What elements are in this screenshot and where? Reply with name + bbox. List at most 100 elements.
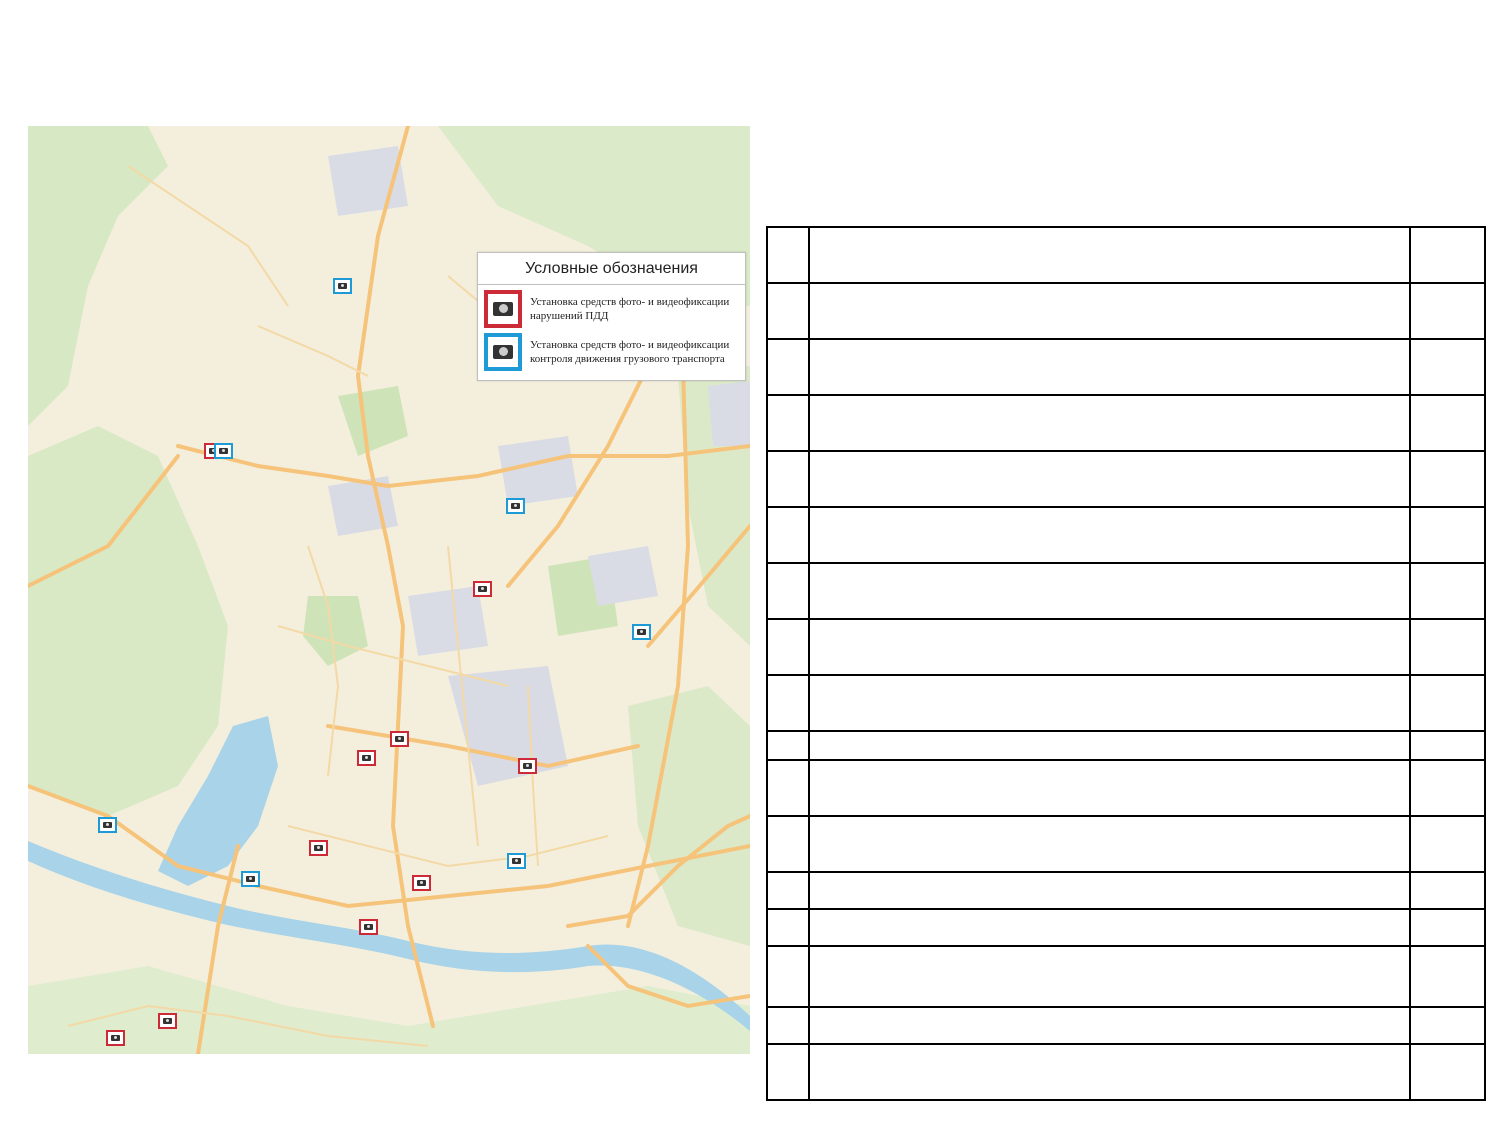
map-legend: Условные обозначения Установка средств ф… (477, 252, 746, 381)
camera-marker-cargo[interactable] (98, 817, 117, 833)
table-cell (808, 815, 1411, 873)
table-cell (1409, 908, 1486, 947)
camera-icon (478, 586, 487, 592)
table-row (766, 1006, 1486, 1045)
camera-icon (512, 858, 521, 864)
camera-icon (246, 876, 255, 882)
table-row (766, 618, 1486, 676)
table-cell (766, 226, 810, 284)
camera-marker-violations[interactable] (412, 875, 431, 891)
table-cell (808, 562, 1411, 620)
table-cell (766, 618, 810, 676)
table-row (766, 871, 1486, 910)
table-row (766, 226, 1486, 284)
camera-icon (364, 924, 373, 930)
camera-marker-violations[interactable] (390, 731, 409, 747)
table-cell (808, 226, 1411, 284)
camera-icon (103, 822, 112, 828)
table-cell (808, 1043, 1411, 1101)
camera-icon (219, 448, 228, 454)
table-cell (808, 1006, 1411, 1045)
camera-icon (637, 629, 646, 635)
table-cell (808, 674, 1411, 732)
camera-icon (362, 755, 371, 761)
table-cell (766, 282, 810, 340)
table-cell (766, 450, 810, 508)
table-cell (808, 282, 1411, 340)
table-cell (766, 759, 810, 817)
table-row (766, 450, 1486, 508)
empty-table (766, 226, 1486, 1101)
table-row (766, 282, 1486, 340)
table-cell (1409, 506, 1486, 564)
table-cell (766, 338, 810, 396)
table-cell (1409, 674, 1486, 732)
table-cell (808, 618, 1411, 676)
table-cell (1409, 618, 1486, 676)
legend-item-label: Установка средств фото- и видеофиксации … (530, 339, 730, 365)
camera-icon (417, 880, 426, 886)
table-cell (766, 1043, 810, 1101)
camera-icon (338, 283, 347, 289)
table-row (766, 945, 1486, 1008)
camera-marker-cargo[interactable] (506, 498, 525, 514)
table-cell (808, 394, 1411, 452)
table-cell (808, 759, 1411, 817)
table-row (766, 759, 1486, 817)
table-cell (766, 394, 810, 452)
camera-icon (484, 290, 522, 328)
table-cell (1409, 394, 1486, 452)
table-cell (808, 506, 1411, 564)
camera-marker-violations[interactable] (518, 758, 537, 774)
table-row (766, 730, 1486, 761)
camera-marker-cargo[interactable] (333, 278, 352, 294)
table-row (766, 1043, 1486, 1101)
table-cell (808, 908, 1411, 947)
camera-marker-cargo[interactable] (507, 853, 526, 869)
table-cell (766, 730, 810, 761)
table-row (766, 338, 1486, 396)
legend-title: Условные обозначения (478, 253, 745, 285)
camera-marker-violations[interactable] (106, 1030, 125, 1046)
table-row (766, 674, 1486, 732)
table-cell (766, 815, 810, 873)
camera-icon (523, 763, 532, 769)
table-row (766, 506, 1486, 564)
camera-marker-cargo[interactable] (241, 871, 260, 887)
camera-icon (111, 1035, 120, 1041)
table-cell (1409, 945, 1486, 1008)
legend-item-cargo: Установка средств фото- и видеофиксации … (484, 333, 735, 371)
table-cell (766, 562, 810, 620)
legend-item-violations: Установка средств фото- и видеофиксации … (484, 290, 735, 328)
table-cell (766, 674, 810, 732)
table-cell (766, 871, 810, 910)
table-cell (1409, 562, 1486, 620)
table-cell (808, 871, 1411, 910)
camera-icon (484, 333, 522, 371)
table-cell (766, 506, 810, 564)
table-row (766, 394, 1486, 452)
table-cell (1409, 1043, 1486, 1101)
camera-marker-violations[interactable] (357, 750, 376, 766)
table-cell (808, 338, 1411, 396)
camera-icon (314, 845, 323, 851)
camera-marker-violations[interactable] (309, 840, 328, 856)
camera-marker-cargo[interactable] (632, 624, 651, 640)
table-cell (766, 908, 810, 947)
table-cell (766, 1006, 810, 1045)
camera-marker-violations[interactable] (473, 581, 492, 597)
table-cell (1409, 815, 1486, 873)
table-cell (808, 450, 1411, 508)
camera-icon (163, 1018, 172, 1024)
camera-marker-cargo[interactable] (214, 443, 233, 459)
table-cell (1409, 338, 1486, 396)
table-cell (1409, 730, 1486, 761)
legend-item-label: Установка средств фото- и видеофиксации … (530, 296, 730, 322)
table-cell (1409, 871, 1486, 910)
table-row (766, 562, 1486, 620)
table-row (766, 815, 1486, 873)
table-cell (1409, 1006, 1486, 1045)
table-cell (1409, 282, 1486, 340)
camera-marker-violations[interactable] (359, 919, 378, 935)
camera-marker-violations[interactable] (158, 1013, 177, 1029)
